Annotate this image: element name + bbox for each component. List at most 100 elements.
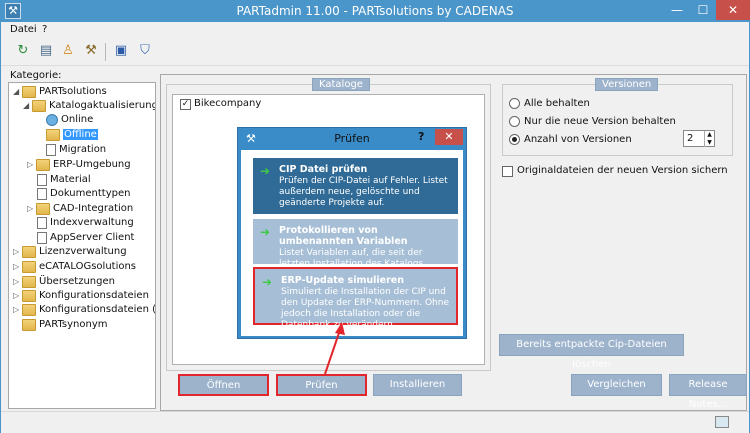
server-icon[interactable]: ▤	[38, 43, 54, 59]
spin-up-icon[interactable]: ▲	[704, 131, 714, 139]
tree-item-partsolutions[interactable]: ◢ PARTsolutions	[13, 85, 107, 99]
radio-anzahl-versionen[interactable]	[509, 134, 520, 145]
tree-item-label: Katalogaktualisierung	[49, 100, 156, 111]
tree-item-offline[interactable]: Offline	[46, 128, 98, 142]
catalog-checkbox[interactable]: ✓	[180, 99, 191, 110]
tree-item-ecatalogsolutions[interactable]: ▷ eCATALOGsolutions	[13, 260, 136, 274]
tree-item-erp-umgebung[interactable]: ▷ ERP-Umgebung	[27, 158, 131, 172]
folder-icon	[36, 203, 50, 215]
save-icon[interactable]: ▣	[113, 43, 129, 59]
tree-item-label: PARTsynonym	[39, 319, 108, 330]
tree-item-indexverwaltung[interactable]: Indexverwaltung	[37, 216, 134, 230]
tree-item-label: PARTsolutions	[39, 86, 107, 97]
user-icon[interactable]: ♙	[60, 43, 76, 59]
option-title: Protokollieren von umbenannten Variablen	[279, 225, 408, 247]
tree-item-label: eCATALOGsolutions	[39, 261, 137, 272]
kataloge-title: Kataloge	[312, 78, 370, 91]
option-erp-update[interactable]: ➜ ERP-Update simulieren Simuliert die In…	[253, 267, 458, 330]
catalog-item-label: Bikecompany	[194, 98, 262, 109]
document-icon	[37, 217, 47, 229]
tree-item-cad-integration[interactable]: ▷ CAD-Integration	[27, 202, 133, 216]
spin-down-icon[interactable]: ▼	[704, 139, 714, 147]
tree-item-dokumenttypen[interactable]: Dokumenttypen	[37, 187, 130, 201]
green-arrow-icon: ➜	[262, 275, 273, 289]
close-button[interactable]: ✕	[716, 0, 750, 20]
folder-icon	[22, 276, 36, 288]
toolbar-separator	[105, 43, 106, 61]
menu-datei[interactable]: Datei	[10, 24, 37, 35]
version-count-value: 2	[687, 133, 694, 144]
tree-item-migration[interactable]: Migration	[46, 143, 106, 157]
tree-item-label: Lizenzverwaltung	[39, 246, 127, 257]
folder-icon	[22, 290, 36, 302]
tree-item-label: Konfigurationsdateien	[39, 290, 149, 301]
radio-nur-neue-version[interactable]	[509, 116, 520, 127]
title-bar: ⚒ PARTadmin 11.00 - PARTsolutions by CAD…	[0, 0, 750, 22]
shield-icon[interactable]: ⛉	[137, 43, 153, 59]
tree-item-katalogaktualisierung[interactable]: ◢ Katalogaktualisierung	[23, 99, 156, 113]
category-label: Kategorie:	[10, 70, 62, 81]
install-button[interactable]: Installieren	[373, 374, 462, 396]
expander-icon[interactable]: ◢	[13, 85, 22, 99]
release-notes-button[interactable]: Release Notes...	[669, 374, 747, 410]
expander-icon[interactable]: ▷	[27, 202, 36, 216]
minimize-button[interactable]: —	[664, 0, 690, 20]
expander-icon[interactable]: ▷	[13, 260, 22, 274]
refresh-icon[interactable]: ↻	[15, 43, 31, 59]
option-title: ERP-Update simulieren	[281, 275, 404, 286]
tree-item-partsynonym[interactable]: PARTsynonym	[22, 318, 108, 332]
folder-icon	[36, 159, 50, 171]
radio-alle-behalten-label: Alle behalten	[524, 98, 590, 109]
status-icon	[715, 416, 729, 428]
tree-item-lizenzverwaltung[interactable]: ▷ Lizenzverwaltung	[13, 245, 127, 259]
tree-item-label: Migration	[59, 144, 107, 155]
expander-icon[interactable]: ▷	[13, 275, 22, 289]
tree-item-online[interactable]: Online	[46, 113, 93, 127]
open-button[interactable]: Öffnen	[178, 374, 269, 396]
expander-icon[interactable]: ▷	[27, 158, 36, 172]
tree-item-label: AppServer Client	[50, 232, 135, 243]
option-title: CIP Datei prüfen	[279, 164, 368, 175]
tools-icon[interactable]: ⚒	[83, 43, 99, 59]
toolbar: ↻ ▤ ♙ ⚒ ▣ ⛉	[1, 38, 749, 66]
folder-icon	[22, 319, 36, 331]
pruefen-dialog: ⚒ Prüfen ? ✕ ➜ CIP Datei prüfen Prüfen d…	[237, 127, 467, 339]
dialog-body: ➜ CIP Datei prüfen Prüfen der CIP-Datei …	[241, 150, 463, 336]
option-protokollieren[interactable]: ➜ Protokollieren von umbenannten Variabl…	[253, 219, 458, 280]
tree-item-konfigurationsdateien[interactable]: ▷ Konfigurationsdateien	[13, 289, 149, 303]
maximize-button[interactable]: ☐	[690, 0, 716, 20]
version-count-stepper[interactable]: 2 ▲ ▼	[683, 130, 715, 147]
menu-help[interactable]: ?	[42, 24, 47, 35]
green-arrow-icon: ➜	[260, 225, 271, 239]
status-bar	[1, 411, 749, 433]
offline-icon	[46, 129, 60, 141]
tree-item-appserver-client[interactable]: AppServer Client	[37, 231, 134, 245]
option-text: Prüfen der CIP-Datei auf Fehler. Listet …	[279, 176, 448, 208]
option-cip-pruefen[interactable]: ➜ CIP Datei prüfen Prüfen der CIP-Datei …	[253, 158, 458, 214]
dialog-help-button[interactable]: ?	[418, 130, 432, 144]
keep-originals-label: Originaldateien der neuen Version sicher…	[517, 165, 728, 176]
tree-item-konfigurationsdateien-v2[interactable]: ▷ Konfigurationsdateien (V2)	[13, 303, 155, 317]
check-button[interactable]: Prüfen	[276, 374, 367, 396]
delete-cip-button[interactable]: Bereits entpackte Cip-Dateien löschen	[499, 334, 684, 370]
dialog-close-button[interactable]: ✕	[435, 129, 463, 145]
folder-icon	[22, 86, 36, 98]
tree-item-label: Online	[61, 114, 94, 125]
expander-icon[interactable]: ▷	[13, 289, 22, 303]
tree-item-label: Dokumenttypen	[50, 188, 131, 199]
tree-item-uebersetzungen[interactable]: ▷ Übersetzungen	[13, 275, 115, 289]
expander-icon[interactable]: ▷	[13, 245, 22, 259]
keep-originals-checkbox[interactable]	[502, 166, 513, 177]
tree-item-label: Indexverwaltung	[50, 217, 134, 228]
radio-alle-behalten[interactable]	[509, 98, 520, 109]
expander-icon[interactable]: ◢	[23, 99, 32, 113]
expander-icon[interactable]: ▷	[13, 303, 22, 317]
radio-anzahl-versionen-label: Anzahl von Versionen	[524, 134, 632, 145]
document-icon	[37, 174, 47, 186]
versionen-title: Versionen	[595, 78, 659, 91]
radio-nur-neue-version-label: Nur die neue Version behalten	[524, 116, 676, 127]
tree-item-label: Material	[50, 174, 91, 185]
window-title: PARTadmin 11.00 - PARTsolutions by CADEN…	[236, 4, 514, 18]
compare-button[interactable]: Vergleichen	[571, 374, 662, 396]
tree-item-material[interactable]: Material	[37, 173, 91, 187]
